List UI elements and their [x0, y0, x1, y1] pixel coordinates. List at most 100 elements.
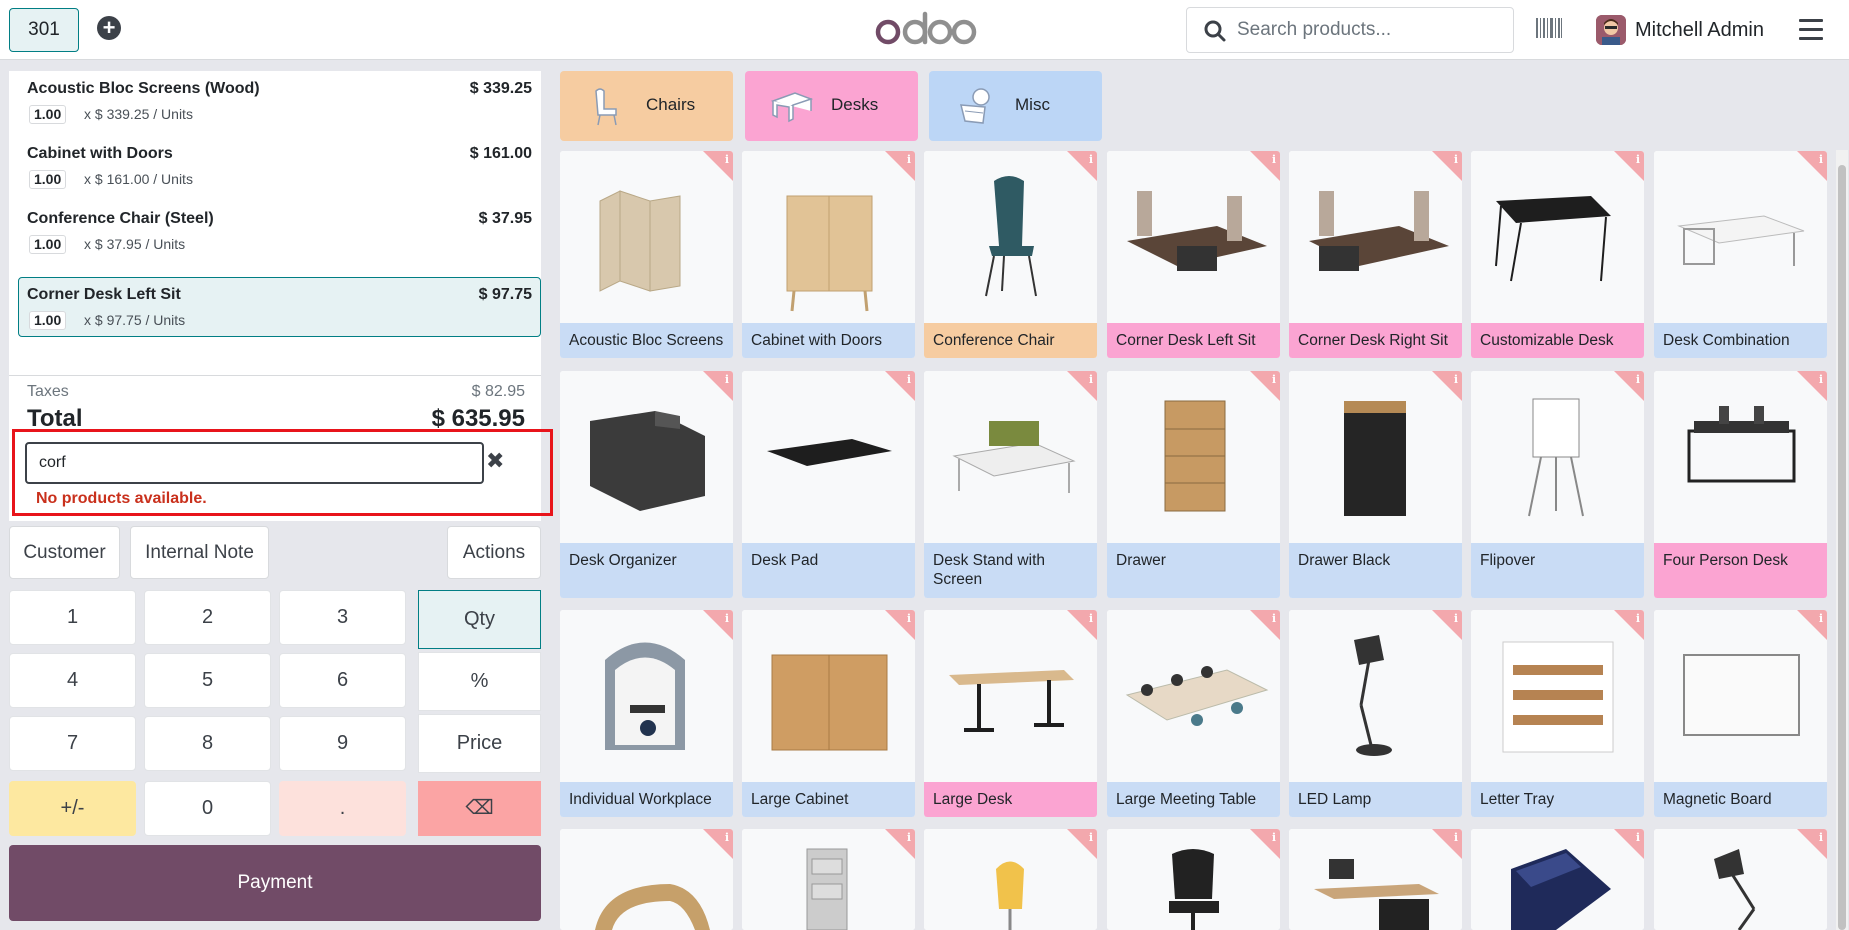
numpad-key-5[interactable]: 5: [144, 653, 271, 708]
clear-icon[interactable]: ✖: [486, 450, 506, 472]
order-line-price: $ 37.95: [478, 210, 532, 227]
product-card[interactable]: i: [1471, 829, 1644, 930]
product-scrollbar-thumb[interactable]: [1838, 165, 1846, 930]
info-icon[interactable]: i: [1819, 373, 1823, 386]
info-icon[interactable]: i: [1454, 831, 1458, 844]
info-icon[interactable]: i: [907, 153, 911, 166]
odoo-logo: [875, 11, 977, 45]
info-icon[interactable]: i: [1636, 153, 1640, 166]
order-line[interactable]: Conference Chair (Steel) $ 37.95 1.00 x …: [18, 201, 541, 261]
numpad-key-sign[interactable]: +/-: [9, 781, 136, 836]
info-icon[interactable]: i: [1272, 153, 1276, 166]
order-line[interactable]: Cabinet with Doors $ 161.00 1.00 x $ 161…: [18, 136, 541, 196]
internal-note-button[interactable]: Internal Note: [130, 526, 269, 579]
info-icon[interactable]: i: [725, 612, 729, 625]
category-desks[interactable]: Desks: [745, 71, 918, 141]
product-card[interactable]: i Desk Combination: [1654, 151, 1827, 358]
category-misc[interactable]: Misc: [929, 71, 1102, 141]
mode-discount-button[interactable]: %: [418, 652, 541, 711]
product-search-box[interactable]: [1186, 7, 1514, 53]
product-code-input[interactable]: [25, 442, 484, 484]
info-icon[interactable]: i: [1636, 831, 1640, 844]
numpad-key-2[interactable]: 2: [144, 590, 271, 645]
info-icon[interactable]: i: [1819, 831, 1823, 844]
mode-qty-button[interactable]: Qty: [418, 590, 541, 649]
order-line-selected[interactable]: Corner Desk Left Sit $ 97.75 1.00 x $ 97…: [18, 277, 541, 337]
info-icon[interactable]: i: [1636, 612, 1640, 625]
info-icon[interactable]: i: [1636, 373, 1640, 386]
product-card[interactable]: i Drawer Black: [1289, 371, 1462, 598]
info-icon[interactable]: i: [907, 831, 911, 844]
product-card[interactable]: i Four Person Desk: [1654, 371, 1827, 598]
order-tab[interactable]: 301: [9, 8, 79, 52]
product-name: Large Desk: [924, 782, 1097, 817]
product-card[interactable]: i Corner Desk Left Sit: [1107, 151, 1280, 358]
info-icon[interactable]: i: [907, 612, 911, 625]
product-name: Magnetic Board: [1654, 782, 1827, 817]
info-icon[interactable]: i: [1454, 612, 1458, 625]
product-card[interactable]: i Acoustic Bloc Screens: [560, 151, 733, 358]
info-icon[interactable]: i: [1272, 373, 1276, 386]
hamburger-menu-icon[interactable]: [1799, 19, 1823, 41]
category-label: Chairs: [646, 95, 696, 114]
info-icon[interactable]: i: [1089, 831, 1093, 844]
product-card[interactable]: i Desk Pad: [742, 371, 915, 598]
product-card[interactable]: i: [742, 829, 915, 930]
product-card[interactable]: i Customizable Desk: [1471, 151, 1644, 358]
product-card[interactable]: i Conference Chair: [924, 151, 1097, 358]
misc-icon: [960, 88, 990, 124]
numpad-key-decimal[interactable]: .: [279, 781, 406, 836]
numpad-key-4[interactable]: 4: [9, 653, 136, 708]
product-card[interactable]: i Large Desk: [924, 610, 1097, 817]
info-icon[interactable]: i: [1819, 153, 1823, 166]
product-card[interactable]: i Large Cabinet: [742, 610, 915, 817]
numpad-key-1[interactable]: 1: [9, 590, 136, 645]
mode-price-button[interactable]: Price: [418, 714, 541, 773]
product-card[interactable]: i Flipover: [1471, 371, 1644, 598]
backspace-button[interactable]: ⌫: [418, 781, 541, 836]
product-card[interactable]: i Magnetic Board: [1654, 610, 1827, 817]
numpad-key-6[interactable]: 6: [279, 653, 406, 708]
info-icon[interactable]: i: [1272, 612, 1276, 625]
product-card[interactable]: i: [924, 829, 1097, 930]
info-icon[interactable]: i: [725, 373, 729, 386]
product-card[interactable]: i Cabinet with Doors: [742, 151, 915, 358]
search-input[interactable]: [1237, 16, 1497, 44]
numpad-key-9[interactable]: 9: [279, 716, 406, 771]
product-card[interactable]: i Letter Tray: [1471, 610, 1644, 817]
category-label: Desks: [831, 95, 879, 114]
numpad-key-8[interactable]: 8: [144, 716, 271, 771]
info-icon[interactable]: i: [1454, 153, 1458, 166]
barcode-icon[interactable]: [1535, 16, 1563, 40]
product-card[interactable]: i Desk Stand with Screen: [924, 371, 1097, 598]
product-card[interactable]: i Large Meeting Table: [1107, 610, 1280, 817]
info-icon[interactable]: i: [1454, 373, 1458, 386]
info-icon[interactable]: i: [907, 373, 911, 386]
payment-button[interactable]: Payment: [9, 845, 541, 921]
info-icon[interactable]: i: [1089, 373, 1093, 386]
info-icon[interactable]: i: [725, 831, 729, 844]
info-icon[interactable]: i: [1089, 612, 1093, 625]
product-card[interactable]: i: [1289, 829, 1462, 930]
product-card[interactable]: i: [1654, 829, 1827, 930]
numpad-key-0[interactable]: 0: [144, 781, 271, 836]
numpad-key-3[interactable]: 3: [279, 590, 406, 645]
product-card[interactable]: i Drawer: [1107, 371, 1280, 598]
info-icon[interactable]: i: [1819, 612, 1823, 625]
category-chairs[interactable]: Chairs: [560, 71, 733, 141]
product-card[interactable]: i: [560, 829, 733, 930]
product-card[interactable]: i Individual Workplace: [560, 610, 733, 817]
product-card[interactable]: i LED Lamp: [1289, 610, 1462, 817]
customer-button[interactable]: Customer: [9, 526, 120, 579]
info-icon[interactable]: i: [1272, 831, 1276, 844]
user-menu[interactable]: Mitchell Admin: [1596, 14, 1764, 46]
product-card[interactable]: i Corner Desk Right Sit: [1289, 151, 1462, 358]
info-icon[interactable]: i: [725, 153, 729, 166]
actions-button[interactable]: Actions: [447, 526, 541, 579]
product-card[interactable]: i: [1107, 829, 1280, 930]
numpad-key-7[interactable]: 7: [9, 716, 136, 771]
order-line[interactable]: Acoustic Bloc Screens (Wood) $ 339.25 1.…: [18, 71, 541, 131]
info-icon[interactable]: i: [1089, 153, 1093, 166]
product-card[interactable]: i Desk Organizer: [560, 371, 733, 598]
add-order-icon[interactable]: +: [97, 16, 121, 40]
